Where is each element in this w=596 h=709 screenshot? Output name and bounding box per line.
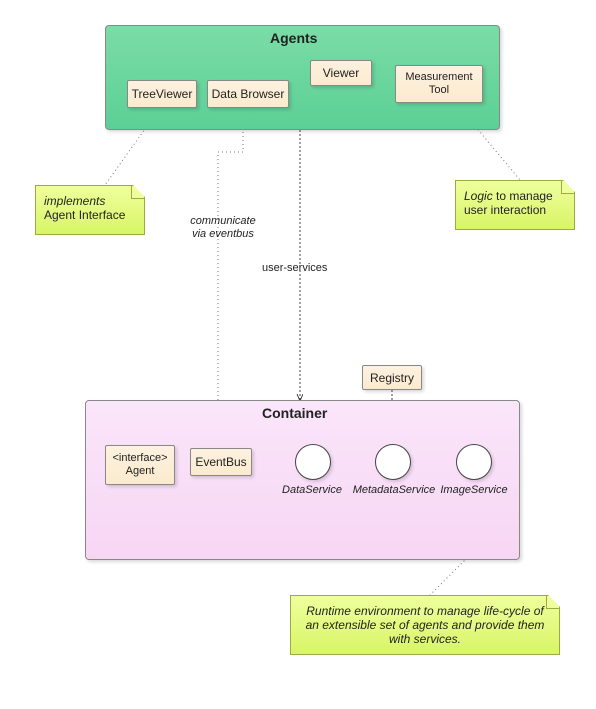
agent-interface-box: <interface> Agent — [105, 445, 175, 485]
viewer-box: Viewer — [310, 60, 372, 86]
eventbus-note-1: communicate — [190, 215, 255, 227]
dataservice-node — [295, 444, 331, 480]
eventbus-label: EventBus — [195, 455, 246, 469]
userservices-label: user-services — [262, 262, 327, 274]
note-runtime: Runtime environment to manage life-cycle… — [290, 595, 560, 655]
note-implements: implements Agent Interface — [35, 185, 145, 235]
agent-if-1: <interface> — [112, 452, 167, 465]
note-logic-3: user interaction — [464, 203, 546, 217]
eventbus-note-2: via eventbus — [192, 228, 254, 240]
eventbus-box: EventBus — [190, 448, 252, 476]
metadataservice-node — [375, 444, 411, 480]
diagram-canvas: Agents TreeViewer Data Browser Viewer Me… — [0, 0, 596, 709]
metadataservice-label: MetadataService — [350, 484, 438, 496]
note-logic: Logic to manage user interaction — [455, 180, 575, 230]
note-logic-1: Logic — [464, 189, 493, 203]
dataservice-label: DataService — [278, 484, 346, 496]
treeviewer-box: TreeViewer — [127, 80, 197, 108]
note-impl-1: implements — [44, 194, 105, 208]
registry-box: Registry — [362, 365, 422, 390]
imageservice-node — [456, 444, 492, 480]
treeviewer-label: TreeViewer — [132, 87, 193, 101]
measurement-label: Measurement Tool — [405, 71, 472, 96]
measurement-box: Measurement Tool — [395, 65, 483, 103]
agents-title: Agents — [270, 30, 317, 46]
databrowser-label: Data Browser — [212, 87, 285, 101]
note-runtime-text: Runtime environment to manage life-cycle… — [299, 604, 551, 646]
note-impl-2: Agent Interface — [44, 208, 125, 222]
imageservice-label: ImageService — [438, 484, 510, 496]
agent-if-2: Agent — [126, 465, 155, 478]
container-title: Container — [262, 405, 327, 421]
viewer-label: Viewer — [323, 66, 359, 80]
registry-label: Registry — [370, 371, 414, 385]
eventbus-note: communicate via eventbus — [183, 215, 263, 240]
databrowser-box: Data Browser — [207, 80, 289, 108]
note-logic-2: to manage — [493, 189, 553, 203]
